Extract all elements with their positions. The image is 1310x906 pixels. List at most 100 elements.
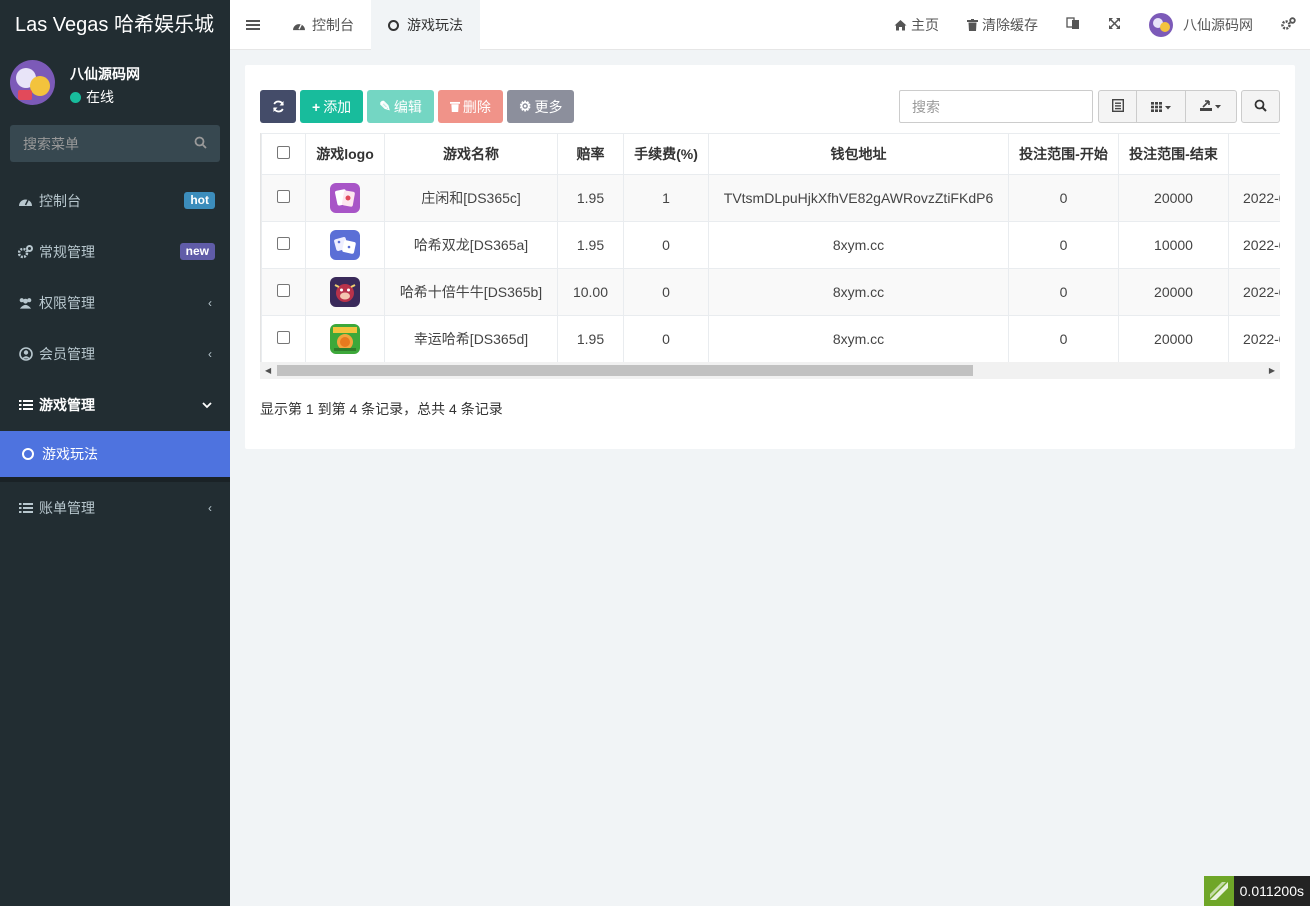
- bet-start-cell: 0: [1008, 221, 1119, 269]
- logo-cell: [305, 315, 385, 363]
- game-name-cell: 幸运哈希[DS365d]: [384, 315, 558, 363]
- table-row[interactable]: 哈希双龙[DS365a] 1.95 0 8xym.cc 0 10000 2022…: [261, 221, 1280, 269]
- column-header[interactable]: 游戏logo: [305, 133, 385, 175]
- chevron-left-icon: ‹: [208, 295, 212, 310]
- language-icon: [1066, 17, 1080, 33]
- topbar: 控制台 游戏玩法 主页 清除缓存 八仙源码网: [230, 0, 1310, 50]
- odds-cell: 10.00: [557, 268, 624, 316]
- row-checkbox[interactable]: [277, 331, 290, 344]
- user-avatar: [1149, 13, 1173, 37]
- sidebar-item-billing[interactable]: 账单管理 ‹: [0, 482, 230, 533]
- search-button[interactable]: [1241, 90, 1280, 123]
- menu-search-input[interactable]: [10, 125, 220, 162]
- add-button[interactable]: + 添加: [300, 90, 364, 123]
- columns-dropdown-button[interactable]: [1137, 91, 1186, 122]
- clear-cache-link[interactable]: 清除缓存: [953, 0, 1052, 50]
- user-menu[interactable]: 八仙源码网: [1135, 0, 1267, 50]
- row-checkbox[interactable]: [277, 237, 290, 250]
- wallet-cell: 8xym.cc: [708, 315, 1009, 363]
- game-logo-icon[interactable]: [330, 324, 360, 354]
- column-header[interactable]: 投注范围-结束: [1118, 133, 1229, 175]
- games-submenu: 游戏玩法: [0, 431, 230, 482]
- user-avatar: [10, 60, 55, 105]
- game-logo-icon[interactable]: [330, 230, 360, 260]
- column-header[interactable]: 游戏名称: [384, 133, 558, 175]
- delete-button[interactable]: 删除: [437, 90, 503, 123]
- game-name-cell: 庄闲和[DS365c]: [384, 174, 558, 222]
- edit-label: 编辑: [393, 98, 422, 115]
- dashboard-icon: [18, 195, 33, 207]
- more-button[interactable]: ⚙ 更多: [506, 90, 575, 123]
- column-header[interactable]: 钱包地址: [708, 133, 1009, 175]
- fee-cell: 0: [623, 315, 709, 363]
- time-cell: 2022-0: [1228, 315, 1280, 363]
- table-row[interactable]: 庄闲和[DS365c] 1.95 1 TVtsmDLpuHjkXfhVE82gA…: [261, 174, 1280, 222]
- sidebar-item-general[interactable]: 常规管理 new: [0, 226, 230, 277]
- debug-timer[interactable]: 0.011200s: [1203, 876, 1310, 906]
- sidebar-item-games[interactable]: 游戏管理: [0, 379, 230, 430]
- scroll-right-icon[interactable]: ▶: [1269, 366, 1275, 375]
- export-dropdown-button[interactable]: [1186, 91, 1236, 122]
- user-status: 在线: [70, 87, 114, 107]
- add-label: 添加: [323, 98, 352, 115]
- game-logo-icon[interactable]: [330, 277, 360, 307]
- row-select-cell: [261, 315, 306, 363]
- bet-start-cell: 0: [1008, 315, 1119, 363]
- toggle-view-button[interactable]: [1099, 91, 1137, 122]
- sidebar-item-label: 游戏玩法: [42, 446, 98, 462]
- game-logo-icon[interactable]: [330, 183, 360, 213]
- tab-dashboard[interactable]: 控制台: [275, 0, 371, 50]
- column-header[interactable]: 手续费(%): [623, 133, 709, 175]
- odds-cell: 1.95: [557, 315, 624, 363]
- sidebar-item-members[interactable]: 会员管理 ‹: [0, 328, 230, 379]
- translate-button[interactable]: [1052, 0, 1094, 50]
- wallet-cell: 8xym.cc: [708, 268, 1009, 316]
- home-icon: [894, 19, 907, 31]
- settings-button[interactable]: [1267, 0, 1310, 50]
- sidebar-item-label: 会员管理: [39, 345, 95, 362]
- topbar-right: 主页 清除缓存 八仙源码网: [880, 0, 1310, 50]
- table-row[interactable]: 哈希十倍牛牛[DS365b] 10.00 0 8xym.cc 0 20000 2…: [261, 268, 1280, 316]
- select-all-checkbox[interactable]: [277, 146, 290, 159]
- topbar-left: 控制台 游戏玩法: [230, 0, 480, 50]
- sidebar-item-dashboard[interactable]: 控制台 hot: [0, 175, 230, 226]
- horizontal-scrollbar[interactable]: ◀ ▶: [260, 362, 1280, 379]
- pagination-summary: 显示第 1 到第 4 条记录，总共 4 条记录: [260, 401, 503, 417]
- gear-icon: ⚙: [518, 98, 532, 114]
- game-name-cell: 哈希双龙[DS365a]: [384, 221, 558, 269]
- column-header[interactable]: 赔率: [557, 133, 624, 175]
- pencil-icon: ✎: [379, 98, 391, 114]
- edit-button[interactable]: ✎ 编辑: [367, 90, 434, 123]
- wallet-cell: 8xym.cc: [708, 221, 1009, 269]
- clear-cache-label: 清除缓存: [982, 17, 1038, 33]
- search-icon[interactable]: [194, 136, 207, 152]
- table-search-input[interactable]: 搜索: [899, 90, 1093, 123]
- refresh-button[interactable]: [260, 90, 296, 123]
- bet-end-cell: 20000: [1118, 174, 1229, 222]
- trash-icon: [449, 99, 460, 115]
- home-link[interactable]: 主页: [880, 0, 953, 50]
- home-label: 主页: [911, 17, 939, 33]
- sidebar-item-game-rules[interactable]: 游戏玩法: [0, 431, 230, 477]
- table-row[interactable]: 幸运哈希[DS365d] 1.95 0 8xym.cc 0 20000 2022…: [261, 315, 1280, 363]
- cogs-icon: [18, 244, 33, 259]
- brand-title[interactable]: Las Vegas 哈希娱乐城: [0, 0, 230, 50]
- sidebar-toggle-button[interactable]: [230, 0, 275, 50]
- grid-icon: [1151, 99, 1171, 115]
- row-checkbox[interactable]: [277, 190, 290, 203]
- view-button-group: [1098, 90, 1237, 123]
- table-container: 游戏logo 游戏名称 赔率 手续费(%) 钱包地址 投注范围-开始 投注范围-…: [260, 133, 1280, 379]
- tab-game-rules[interactable]: 游戏玩法: [371, 0, 480, 50]
- bet-end-cell: 10000: [1118, 221, 1229, 269]
- fullscreen-button[interactable]: [1094, 0, 1135, 50]
- scrollbar-thumb[interactable]: [277, 365, 973, 376]
- sidebar-item-permissions[interactable]: 权限管理 ‹: [0, 277, 230, 328]
- expand-icon: [1108, 17, 1121, 33]
- user-menu-label: 八仙源码网: [1183, 17, 1253, 33]
- column-header[interactable]: 投注范围-开始: [1008, 133, 1119, 175]
- scroll-left-icon[interactable]: ◀: [265, 366, 271, 375]
- content-panel: + 添加 ✎ 编辑 删除 ⚙ 更多 搜索 游戏logo 游戏名称 赔率 手续费(…: [245, 65, 1295, 449]
- column-header[interactable]: 时间: [1228, 133, 1280, 175]
- row-checkbox[interactable]: [277, 284, 290, 297]
- sidebar-item-label: 账单管理: [39, 499, 95, 516]
